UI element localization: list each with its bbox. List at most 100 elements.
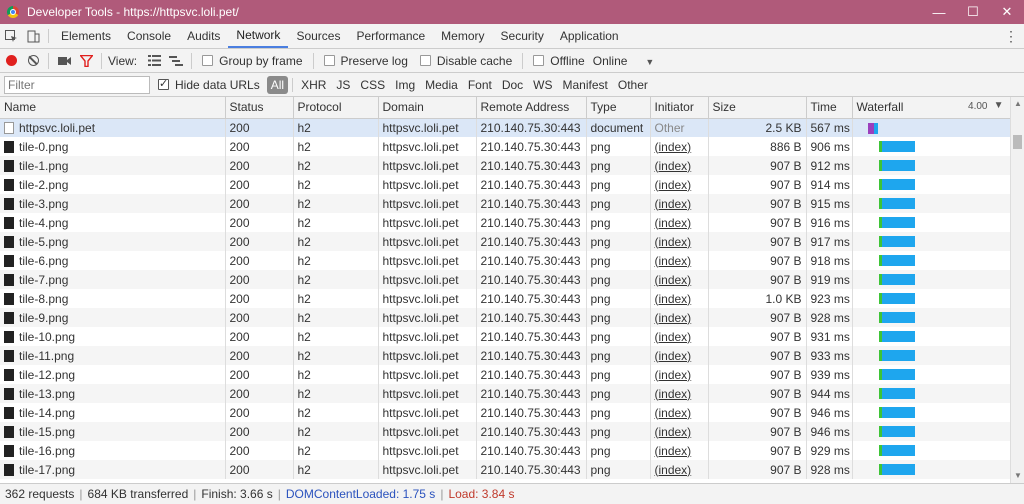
table-row[interactable]: httpsvc.loli.pet 200 h2 httpsvc.loli.pet 210… — [0, 118, 1011, 137]
table-row[interactable]: tile-8.png 200 h2 httpsvc.loli.pet 210.140.7… — [0, 289, 1011, 308]
cell-initiator[interactable]: (index) — [650, 308, 709, 327]
table-row[interactable]: tile-14.png 200 h2 httpsvc.loli.pet 210.140.… — [0, 403, 1011, 422]
table-row[interactable]: tile-6.png 200 h2 httpsvc.loli.pet 210.140.7… — [0, 251, 1011, 270]
clear-icon — [27, 55, 39, 66]
table-row[interactable]: tile-2.png 200 h2 httpsvc.loli.pet 210.140.7… — [0, 175, 1011, 194]
table-row[interactable]: tile-15.png 200 h2 httpsvc.loli.pet 210.140.… — [0, 422, 1011, 441]
throttling-select[interactable]: Online ▼ — [593, 54, 655, 68]
tab-elements[interactable]: Elements — [53, 24, 119, 48]
filter-type-manifest[interactable]: Manifest — [559, 76, 612, 94]
cell-initiator[interactable]: (index) — [650, 156, 709, 175]
cell-initiator[interactable]: (index) — [650, 384, 709, 403]
tab-audits[interactable]: Audits — [179, 24, 228, 48]
table-row[interactable]: tile-17.png 200 h2 httpsvc.loli.pet 210.140.… — [0, 460, 1011, 479]
maximize-button[interactable]: ☐ — [956, 0, 990, 24]
filter-icon[interactable] — [75, 54, 97, 67]
cell-initiator[interactable]: (index) — [650, 346, 709, 365]
filter-type-ws[interactable]: WS — [529, 76, 556, 94]
cell-initiator[interactable]: (index) — [650, 270, 709, 289]
filter-type-font[interactable]: Font — [464, 76, 496, 94]
more-options-icon[interactable]: ⋮ — [1004, 24, 1018, 49]
cell-type: png — [586, 137, 651, 156]
large-rows-icon[interactable] — [143, 55, 165, 66]
table-row[interactable]: tile-13.png 200 h2 httpsvc.loli.pet 210.140.… — [0, 384, 1011, 403]
waterfall-bar-receiving — [881, 217, 915, 228]
preserve-log-checkbox[interactable]: Preserve log — [323, 54, 408, 68]
column-header-initiator[interactable]: Initiator — [650, 97, 709, 119]
clear-button[interactable] — [22, 55, 44, 66]
cell-initiator[interactable]: (index) — [650, 213, 709, 232]
tab-sources[interactable]: Sources — [288, 24, 348, 48]
cell-initiator[interactable]: (index) — [650, 365, 709, 384]
cell-time: 567 ms — [806, 118, 853, 137]
column-header-size[interactable]: Size — [708, 97, 807, 119]
filter-type-media[interactable]: Media — [421, 76, 462, 94]
tab-performance[interactable]: Performance — [348, 24, 433, 48]
cell-initiator[interactable]: (index) — [650, 194, 709, 213]
close-button[interactable]: ✕ — [990, 0, 1024, 24]
cell-initiator[interactable]: (index) — [650, 422, 709, 441]
filter-type-all[interactable]: All — [266, 75, 289, 94]
column-header-protocol[interactable]: Protocol — [293, 97, 379, 119]
capture-screenshots-icon[interactable] — [53, 56, 75, 66]
column-header-type[interactable]: Type — [586, 97, 651, 119]
filter-input[interactable] — [4, 75, 150, 94]
table-row[interactable]: tile-1.png 200 h2 httpsvc.loli.pet 210.140.7… — [0, 156, 1011, 175]
table-row[interactable]: tile-12.png 200 h2 httpsvc.loli.pet 210.140.… — [0, 365, 1011, 384]
cell-initiator[interactable]: (index) — [650, 137, 709, 156]
tab-security[interactable]: Security — [493, 24, 552, 48]
cell-initiator[interactable]: (index) — [650, 403, 709, 422]
tab-memory[interactable]: Memory — [433, 24, 492, 48]
inspect-element-icon[interactable] — [0, 24, 22, 48]
disable-cache-checkbox[interactable]: Disable cache — [419, 54, 512, 68]
device-toolbar-icon[interactable] — [22, 24, 44, 48]
table-row[interactable]: tile-16.png 200 h2 httpsvc.loli.pet 210.140.… — [0, 441, 1011, 460]
minimize-button[interactable]: — — [922, 0, 956, 24]
table-row[interactable]: tile-0.png 200 h2 httpsvc.loli.pet 210.140.7… — [0, 137, 1011, 156]
record-button[interactable] — [0, 55, 22, 66]
filter-type-xhr[interactable]: XHR — [297, 76, 330, 94]
column-header-time[interactable]: Time — [806, 97, 853, 119]
filter-type-doc[interactable]: Doc — [498, 76, 527, 94]
scroll-down-icon[interactable]: ▼ — [1011, 469, 1024, 483]
filter-type-css[interactable]: CSS — [356, 76, 389, 94]
overview-icon[interactable] — [165, 55, 187, 66]
table-row[interactable]: tile-7.png 200 h2 httpsvc.loli.pet 210.140.7… — [0, 270, 1011, 289]
cell-initiator[interactable]: (index) — [650, 251, 709, 270]
filter-type-other[interactable]: Other — [614, 76, 652, 94]
table-row[interactable]: tile-3.png 200 h2 httpsvc.loli.pet 210.140.7… — [0, 194, 1011, 213]
column-header-waterfall[interactable]: Waterfall 4.00 ▼ — [852, 97, 1011, 119]
cell-initiator[interactable]: (index) — [650, 441, 709, 460]
cell-initiator[interactable]: (index) — [650, 460, 709, 479]
cell-name: tile-13.png — [0, 384, 226, 403]
table-row[interactable]: tile-9.png 200 h2 httpsvc.loli.pet 210.140.7… — [0, 308, 1011, 327]
cell-remote: 210.140.75.30:443 — [476, 270, 587, 289]
cell-initiator[interactable]: (index) — [650, 232, 709, 251]
tab-application[interactable]: Application — [552, 24, 627, 48]
tab-network[interactable]: Network — [228, 24, 289, 48]
column-header-status[interactable]: Status — [225, 97, 294, 119]
filter-type-js[interactable]: JS — [332, 76, 354, 94]
vertical-scrollbar[interactable]: ▲ ▼ — [1010, 97, 1024, 483]
group-by-frame-checkbox[interactable]: Group by frame — [202, 54, 303, 68]
cell-initiator[interactable]: (index) — [650, 289, 709, 308]
hide-data-urls-checkbox[interactable]: Hide data URLs — [158, 77, 260, 92]
cell-remote: 210.140.75.30:443 — [476, 327, 587, 346]
column-header-remote-address[interactable]: Remote Address — [476, 97, 587, 119]
table-row[interactable]: tile-5.png 200 h2 httpsvc.loli.pet 210.140.7… — [0, 232, 1011, 251]
cell-size: 907 B — [708, 422, 807, 441]
tab-console[interactable]: Console — [119, 24, 179, 48]
column-header-name[interactable]: Name — [0, 97, 226, 119]
scrollbar-thumb[interactable] — [1013, 135, 1022, 149]
scroll-up-icon[interactable]: ▲ — [1011, 97, 1024, 111]
cell-waterfall — [852, 460, 1011, 479]
cell-initiator[interactable]: (index) — [650, 327, 709, 346]
table-row[interactable]: tile-11.png 200 h2 httpsvc.loli.pet 210.140.… — [0, 346, 1011, 365]
offline-checkbox[interactable]: Offline — [533, 54, 585, 68]
table-row[interactable]: tile-4.png 200 h2 httpsvc.loli.pet 210.140.7… — [0, 213, 1011, 232]
column-header-domain[interactable]: Domain — [378, 97, 477, 119]
filter-type-img[interactable]: Img — [391, 76, 419, 94]
cell-initiator[interactable]: (index) — [650, 175, 709, 194]
table-row[interactable]: tile-10.png 200 h2 httpsvc.loli.pet 210.140.… — [0, 327, 1011, 346]
image-file-icon — [4, 368, 14, 381]
